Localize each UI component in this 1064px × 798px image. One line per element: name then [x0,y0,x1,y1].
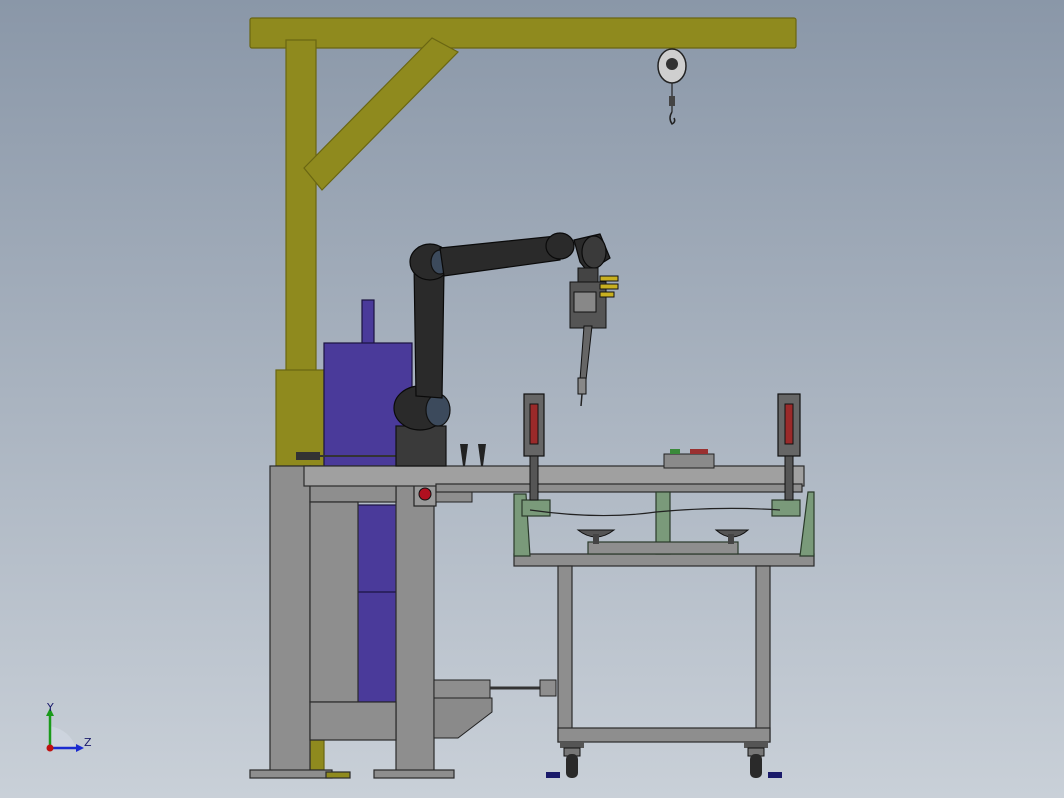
finger-1 [599,275,619,282]
part-green-tab [670,449,680,454]
cart-bottom-rail [557,727,771,743]
stand-crane-foot [325,771,351,779]
robot-wrist-1 [545,232,575,260]
effector-plate [573,291,597,313]
cabinet-lower-2 [356,591,398,703]
crane-beam [249,17,797,49]
table-top-bar [303,465,805,487]
triad-z-label: Z [84,736,92,749]
robot-upper-arm [413,263,445,399]
fixture-left-clamp-base [521,499,551,517]
part-block [663,453,715,469]
effector-bit [580,393,583,407]
cabinet-chimney [361,299,375,345]
fixture-bed [587,541,739,555]
suction-cup-right-stem [728,534,734,544]
table-top-bar-underside [435,483,803,493]
caster-right-plate [744,742,768,748]
tray-rod-mount [539,679,557,697]
clamp-left-rod [529,455,539,501]
hoist-swivel [669,96,675,106]
finger-3 [599,291,615,298]
caster-right-brake [768,772,782,778]
spare-gripper [296,452,320,460]
clamp-right-slot [784,403,794,445]
robot-wrist-3 [581,235,607,269]
crane-column-lower [309,739,325,771]
triad-y-label: Y [46,701,54,714]
triad-origin-icon [46,744,54,752]
cart-left-leg [557,565,573,743]
stand-inner-rail [309,501,359,703]
stand-right-leg [395,465,435,773]
clamp-left-slot [529,403,539,445]
cabinet-lower-1 [356,504,398,596]
effector-tip [577,377,587,395]
cart-right-leg [755,565,771,743]
clamp-right-rod [784,455,794,501]
stand-left-leg [269,465,311,773]
suction-cup-left-stem [593,534,599,544]
hoist-drum [666,58,678,70]
caster-left-brake [546,772,560,778]
stand-left-foot [249,769,333,779]
fixture-right-clamp-base [771,499,801,517]
cart-top-rail [513,553,815,567]
caster-left-wheel-icon [566,754,578,778]
crane-column-base [275,369,325,467]
crane-column [285,39,317,381]
stand-bottom-rail [309,701,397,741]
robot-pedestal [395,425,447,467]
caster-left-plate [560,742,584,748]
stand-right-foot [373,769,455,779]
caster-right-wheel-icon [750,754,762,778]
part-red-tab [690,449,708,454]
finger-2 [599,283,619,290]
robot-shoulder-joint-cap [425,393,451,427]
tray-top [433,679,491,699]
stop-button-icon [418,487,432,501]
cad-viewport[interactable]: Y Z [0,0,1064,798]
robot-stand-frame [249,465,455,779]
